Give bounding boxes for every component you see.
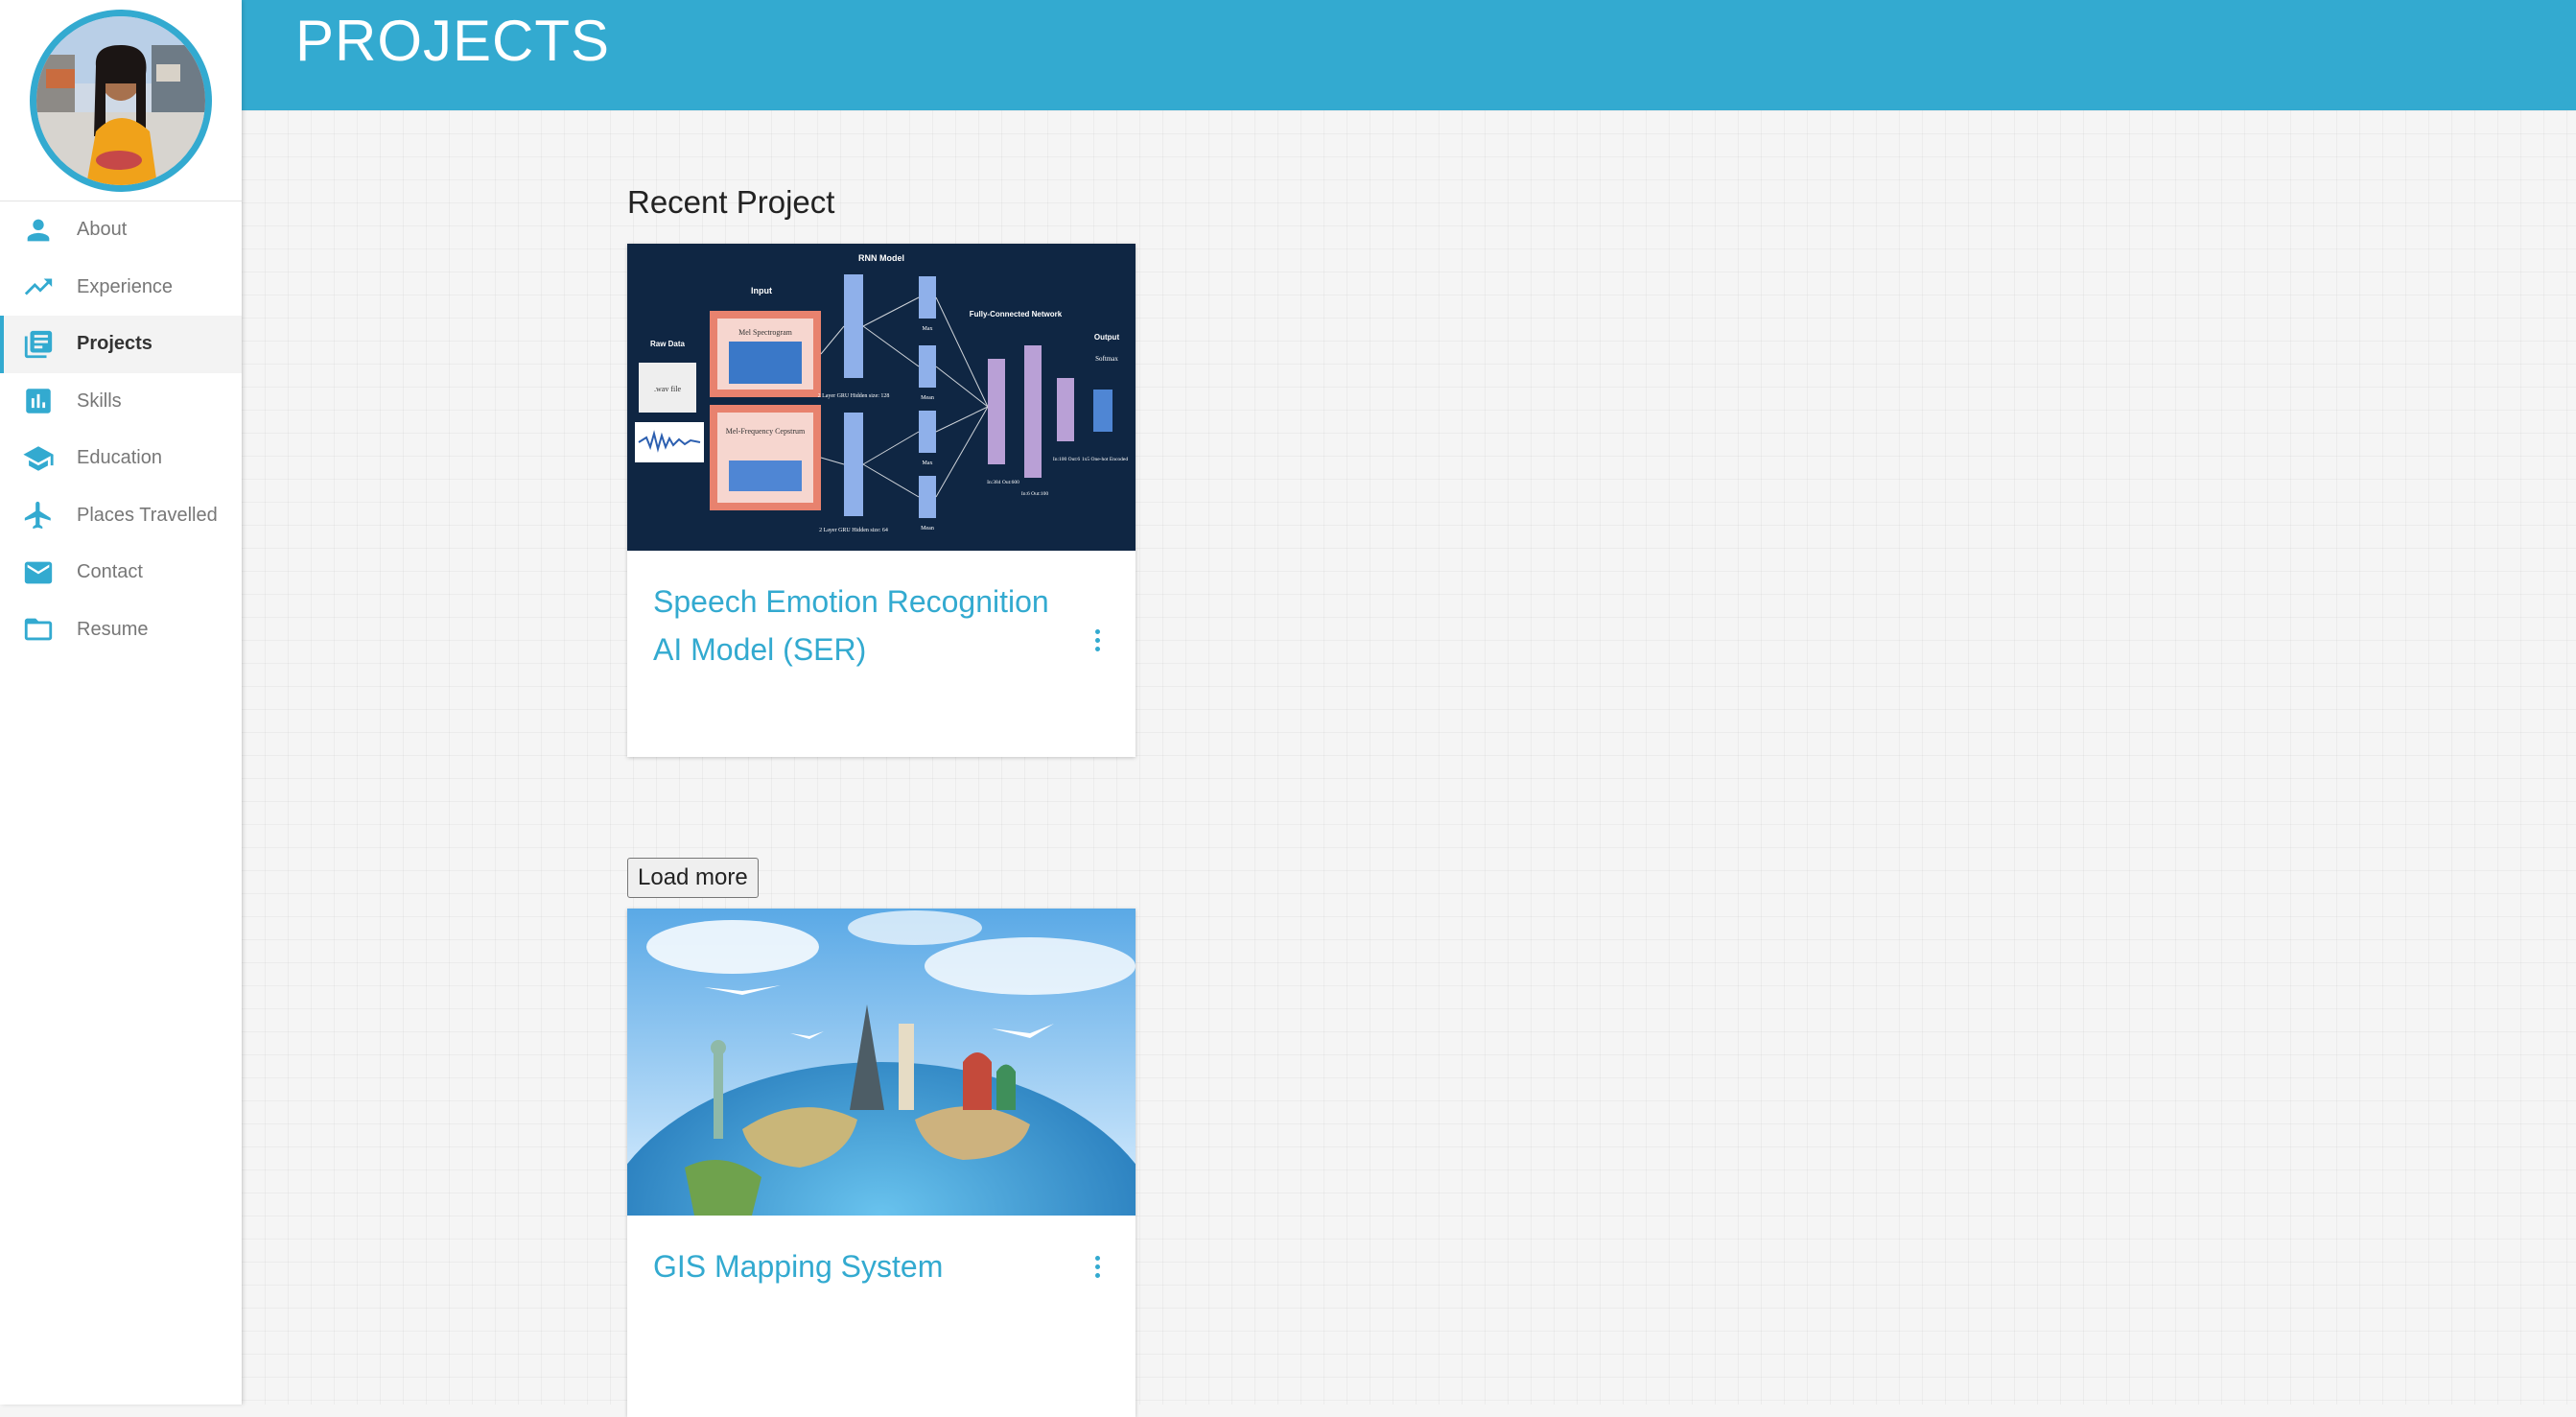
diagram-fc2: In:6 Out:100	[1021, 491, 1049, 497]
sidebar-item-label: Education	[77, 447, 162, 469]
diagram-raw-data-label: Raw Data	[650, 340, 686, 348]
leaning-tower	[899, 1024, 914, 1110]
diagram-gru2: 2 Layer GRU Hidden size: 64	[819, 528, 888, 533]
profile-photo	[36, 16, 205, 185]
project-title[interactable]: GIS Mapping System	[653, 1242, 1070, 1290]
mail-icon	[21, 555, 56, 590]
diagram-mean-2: Mean	[921, 526, 934, 531]
folder-icon	[21, 612, 56, 647]
card-body: Speech Emotion Recognition AI Model (SER…	[627, 551, 1136, 673]
sidebar: About Experience Projects Skills Educati…	[0, 0, 242, 1405]
main-content: Recent Project RNN Model Input Raw Data …	[242, 110, 2576, 1405]
section-title: Recent Project	[627, 184, 834, 221]
sidebar-item-places-travelled[interactable]: Places Travelled	[0, 487, 242, 545]
diagram-output: Output	[1094, 333, 1120, 342]
card-body: GIS Mapping System	[627, 1216, 1136, 1290]
sidebar-item-projects[interactable]: Projects	[0, 316, 242, 373]
sidebar-item-experience[interactable]: Experience	[0, 259, 242, 317]
diagram-gru1: 2 Layer GRU Hidden size: 128	[818, 393, 890, 399]
sidebar-item-label: Contact	[77, 561, 143, 583]
page-title: PROJECTS	[295, 8, 610, 74]
diagram-fc1: In:384 Out:600	[987, 480, 1019, 485]
sidebar-nav: About Experience Projects Skills Educati…	[0, 201, 242, 658]
project-card: RNN Model Input Raw Data .wav file Mel S…	[627, 244, 1136, 757]
diagram-wav-label: .wav file	[654, 385, 681, 393]
sidebar-item-contact[interactable]: Contact	[0, 544, 242, 602]
gru-layer-2	[844, 413, 863, 516]
sidebar-item-education[interactable]: Education	[0, 430, 242, 487]
graduation-cap-icon	[21, 441, 56, 476]
trending-up-icon	[21, 270, 56, 304]
sidebar-item-label: Experience	[77, 276, 173, 298]
output-layer	[1093, 390, 1112, 432]
diagram-fc3: In:100 Out:6	[1053, 457, 1081, 462]
avatar-section	[0, 0, 242, 201]
statue-of-liberty	[714, 1052, 723, 1139]
diagram-mean-1: Mean	[921, 395, 934, 401]
sidebar-item-label: About	[77, 219, 127, 241]
fc-layer-1	[988, 359, 1005, 464]
diagram-fc: Fully-Connected Network	[970, 310, 1063, 319]
sidebar-item-about[interactable]: About	[0, 201, 242, 259]
load-more-button[interactable]: Load more	[627, 858, 759, 898]
fc-layer-2	[1024, 345, 1042, 478]
sidebar-item-skills[interactable]: Skills	[0, 373, 242, 431]
bar-chart-icon	[21, 384, 56, 418]
page-header: PROJECTS	[242, 0, 2576, 110]
diagram-softmax: Softmax	[1095, 355, 1118, 363]
fc-layer-3	[1057, 378, 1074, 441]
sidebar-item-resume[interactable]: Resume	[0, 602, 242, 659]
avatar[interactable]	[30, 10, 212, 192]
diagram-max-2: Max	[923, 461, 933, 466]
diagram-mfcc: Mel-Frequency Cepstrum	[726, 427, 806, 436]
sidebar-item-label: Skills	[77, 390, 122, 413]
gru-layer-1	[844, 274, 863, 378]
person-icon	[21, 213, 56, 248]
more-vert-icon[interactable]	[1088, 1252, 1107, 1281]
projects-icon	[21, 327, 56, 362]
project-card: GIS Mapping System	[627, 909, 1136, 1417]
sidebar-item-label: Places Travelled	[77, 505, 218, 527]
diagram-max-1: Max	[923, 326, 933, 332]
project-thumbnail-rnn-diagram[interactable]: RNN Model Input Raw Data .wav file Mel S…	[627, 244, 1136, 551]
more-vert-icon[interactable]	[1088, 626, 1107, 654]
sidebar-item-label: Resume	[77, 619, 148, 641]
diagram-heading: RNN Model	[858, 253, 904, 263]
waveform-box	[635, 422, 704, 462]
project-title[interactable]: Speech Emotion Recognition AI Model (SER…	[653, 578, 1070, 673]
diagram-mel-spec: Mel Spectrogram	[738, 328, 793, 337]
sidebar-item-label: Projects	[77, 333, 152, 355]
project-thumbnail-world-travel[interactable]	[627, 909, 1136, 1216]
diagram-fc4: 1x5 One-hot Encoded	[1082, 457, 1129, 462]
diagram-input-label: Input	[751, 286, 772, 295]
airplane-icon	[21, 498, 56, 532]
